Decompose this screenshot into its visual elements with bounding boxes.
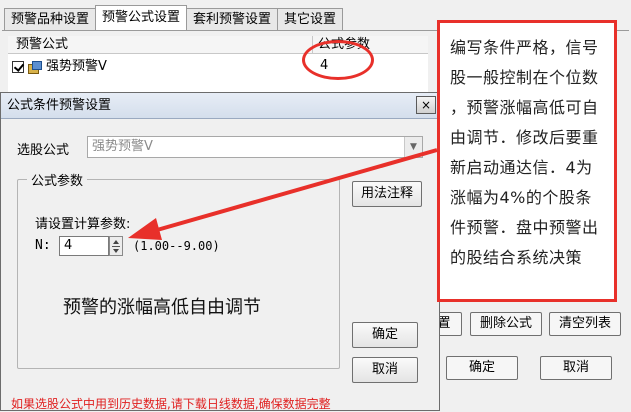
cancel-button[interactable]: 取消 bbox=[540, 356, 612, 380]
param-range: (1.00--9.00) bbox=[133, 239, 220, 253]
annotation-line: 由调节．修改后要重 bbox=[450, 128, 599, 147]
annotation-line: ，预警涨幅高低可自 bbox=[450, 98, 599, 117]
spin-up-icon[interactable] bbox=[113, 240, 119, 244]
chevron-down-icon[interactable]: ▼ bbox=[404, 137, 422, 157]
formula-select-value: 强势预警V bbox=[92, 139, 153, 154]
annotation-line: 股一般控制在个位数 bbox=[450, 68, 599, 87]
param-name-label: N: bbox=[35, 238, 51, 253]
tab-other-settings[interactable]: 其它设置 bbox=[277, 8, 344, 30]
formula-icon bbox=[28, 60, 42, 74]
annotation-line: 涨幅为4%的个股条 bbox=[450, 188, 592, 207]
formula-name: 强势预警V bbox=[46, 59, 107, 74]
delete-formula-button[interactable]: 删除公式 bbox=[470, 312, 542, 336]
dialog-ok-button[interactable]: 确定 bbox=[352, 322, 418, 348]
close-icon[interactable]: × bbox=[416, 96, 436, 114]
tab-alert-symbols[interactable]: 预警品种设置 bbox=[4, 8, 97, 30]
annotation-box: 编写条件严格，信号 股一般控制在个位数 ，预警涨幅高低可自 由调节．修改后要重 … bbox=[437, 20, 617, 302]
tab-bar: 预警品种设置 预警公式设置 套利预警设置 其它设置 bbox=[4, 5, 344, 30]
dialog-title: 公式条件预警设置 bbox=[7, 98, 112, 113]
annotation-line: 编写条件严格，信号 bbox=[450, 38, 599, 57]
ok-button[interactable]: 确定 bbox=[446, 356, 518, 380]
clear-list-button[interactable]: 清空列表 bbox=[549, 312, 621, 336]
param-n-stepper[interactable] bbox=[109, 236, 123, 256]
dialog-cancel-button[interactable]: 取消 bbox=[352, 357, 418, 383]
annotation-line: 件预警．盘中预警出 bbox=[450, 218, 599, 237]
param-n-input[interactable]: 4 bbox=[59, 236, 109, 256]
formula-label: 选股公式 bbox=[17, 143, 70, 158]
formula-alert-dialog: 公式条件预警设置 × 选股公式 强势预警V ▼ 公式参数 请设置计算参数: N:… bbox=[0, 92, 440, 411]
highlight-ellipse bbox=[302, 40, 374, 80]
list-item[interactable]: 强势预警V bbox=[12, 58, 107, 76]
annotation-line: 新启动通达信．4为 bbox=[450, 158, 593, 177]
tab-arbitrage-alerts[interactable]: 套利预警设置 bbox=[186, 8, 279, 30]
usage-notes-button[interactable]: 用法注释 bbox=[352, 181, 422, 207]
annotation-line: 的股结合系统决策 bbox=[450, 248, 583, 267]
spin-down-icon[interactable] bbox=[113, 249, 119, 253]
history-data-warning: 如果选股公式中用到历史数据,请下载日线数据,确保数据完整 bbox=[11, 397, 331, 411]
tab-alert-formulas[interactable]: 预警公式设置 bbox=[95, 5, 188, 30]
dialog-title-bar[interactable]: 公式条件预警设置 × bbox=[1, 93, 439, 119]
column-header-formula[interactable]: 预警公式 bbox=[16, 36, 68, 54]
enable-checkbox[interactable] bbox=[12, 61, 24, 73]
formula-select[interactable]: 强势预警V ▼ bbox=[87, 136, 423, 158]
param-group bbox=[17, 179, 340, 369]
param-prompt: 请设置计算参数: bbox=[35, 217, 131, 232]
param-group-title: 公式参数 bbox=[27, 170, 88, 189]
caption-text: 预警的涨幅高低自由调节 bbox=[63, 297, 261, 318]
